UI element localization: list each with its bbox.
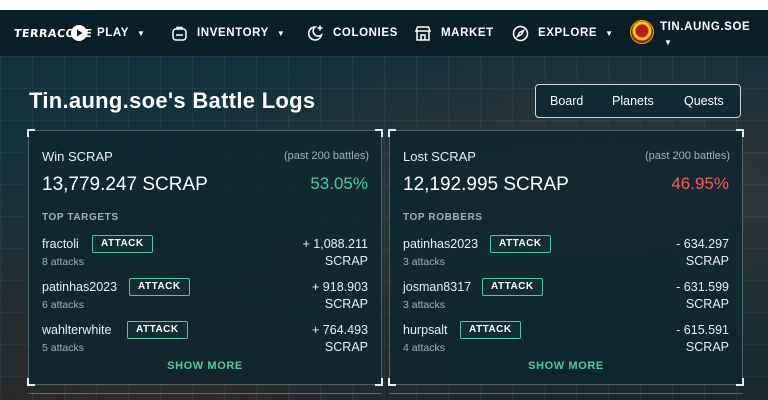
store-icon [414,25,432,41]
list-item: fractoli ATTACK 8 attacks + 1,088.211 SC… [42,235,368,273]
panel-frame-edge [28,393,382,400]
user-menu[interactable]: TIN.AUNG.SOE ▼ [630,20,751,47]
scrap-amount: - 615.591 [676,323,729,337]
list-item: wahlterwhite ATTACK 5 attacks + 764.493 … [42,321,368,359]
tab-board[interactable]: Board [550,94,583,108]
player-name[interactable]: hurpsalt [403,323,447,337]
attack-count: 3 attacks [403,256,446,268]
nav-inventory[interactable]: INVENTORY ▼ [171,10,285,56]
section-label: TOP ROBBERS [403,212,483,223]
moon-plus-icon [307,25,323,41]
scrap-unit: SCRAP [685,297,729,311]
list-item: patinhas2023 ATTACK 6 attacks + 918.903 … [42,278,368,316]
chevron-down-icon: ▼ [137,28,146,38]
player-name[interactable]: josman8317 [403,280,471,294]
scrap-unit: SCRAP [324,340,368,354]
compass-icon [512,25,529,41]
scrap-unit: SCRAP [324,254,368,268]
scrap-unit: SCRAP [324,297,368,311]
corner-bracket [27,378,35,386]
attack-button[interactable]: ATTACK [129,278,190,296]
attack-count: 4 attacks [403,342,446,354]
attack-count: 6 attacks [42,299,85,311]
lost-scrap-panel: Lost SCRAP (past 200 battles) 12,192.995… [388,129,744,386]
nav-explore[interactable]: EXPLORE ▼ [512,10,614,56]
nav-market-label: MARKET [441,27,494,39]
attack-button[interactable]: ATTACK [127,321,188,339]
attack-button[interactable]: ATTACK [460,321,521,339]
terracore-logo[interactable]: TERRACORE [13,27,93,40]
panel-frame-edge [389,393,743,400]
nav-inventory-label: INVENTORY [197,27,269,39]
scrap-amount: + 1,088.211 [302,237,368,251]
panel-note: (past 200 battles) [284,150,369,162]
attack-button[interactable]: ATTACK [92,235,153,253]
panel-heading: Win SCRAP [42,149,113,164]
tab-planets[interactable]: Planets [612,94,654,108]
nav-play-label: PLAY [97,27,130,39]
chevron-down-icon: ▼ [605,28,614,38]
corner-bracket [27,129,35,137]
nav-explore-label: EXPLORE [538,27,598,39]
player-name[interactable]: fractoli [42,237,79,251]
chevron-down-icon: ▼ [664,38,672,47]
attack-count: 3 attacks [403,299,446,311]
top-strip [0,0,768,10]
win-scrap-panel: Win SCRAP (past 200 battles) 13,779.247 … [27,129,383,386]
scrap-amount: + 918.903 [312,280,368,294]
page-title: Tin.aung.soe's Battle Logs [29,88,316,113]
player-name[interactable]: patinhas2023 [403,237,478,251]
list-item: patinhas2023 ATTACK 3 attacks - 634.297 … [403,235,729,273]
player-name[interactable]: wahlterwhite [42,323,111,337]
attack-count: 8 attacks [42,256,85,268]
play-circle-icon [71,25,87,41]
list-item: josman8317 ATTACK 3 attacks - 631.599 SC… [403,278,729,316]
corner-bracket [736,378,744,386]
scrap-unit: SCRAP [685,340,729,354]
attack-button[interactable]: ATTACK [482,278,543,296]
nav-market[interactable]: MARKET [414,10,494,56]
lost-percent: 46.95% [671,174,729,193]
win-percent: 53.05% [310,174,368,193]
nav-colonies-label: COLONIES [333,27,398,39]
nav-play[interactable]: PLAY ▼ [70,10,146,56]
corner-bracket [375,378,383,386]
corner-bracket [736,129,744,137]
tab-group: Board Planets Quests [535,84,741,118]
panel-note: (past 200 battles) [645,150,730,162]
corner-bracket [388,378,396,386]
section-label: TOP TARGETS [42,212,119,223]
attack-count: 5 attacks [42,342,85,354]
show-more-button[interactable]: SHOW MORE [390,360,742,372]
list-item: hurpsalt ATTACK 4 attacks - 615.591 SCRA… [403,321,729,359]
scrap-amount: - 631.599 [676,280,729,294]
show-more-button[interactable]: SHOW MORE [29,360,381,372]
tab-quests[interactable]: Quests [684,94,724,108]
avatar-icon [630,20,654,44]
panel-heading: Lost SCRAP [403,149,476,164]
lost-total: 12,192.995 SCRAP [403,174,569,195]
player-name[interactable]: patinhas2023 [42,280,117,294]
user-name: TIN.AUNG.SOE [660,21,751,33]
corner-bracket [375,129,383,137]
nav-colonies[interactable]: COLONIES [306,10,398,56]
win-total: 13,779.247 SCRAP [42,174,208,195]
attack-button[interactable]: ATTACK [490,235,551,253]
scrap-unit: SCRAP [685,254,729,268]
corner-bracket [388,129,396,137]
backpack-icon [172,26,187,41]
scrap-amount: + 764.493 [312,323,368,337]
top-nav: TERRACORE PLAY ▼ INVENTORY ▼ COLONIES MA… [0,10,768,56]
scrap-amount: - 634.297 [676,237,729,251]
chevron-down-icon: ▼ [276,28,286,38]
